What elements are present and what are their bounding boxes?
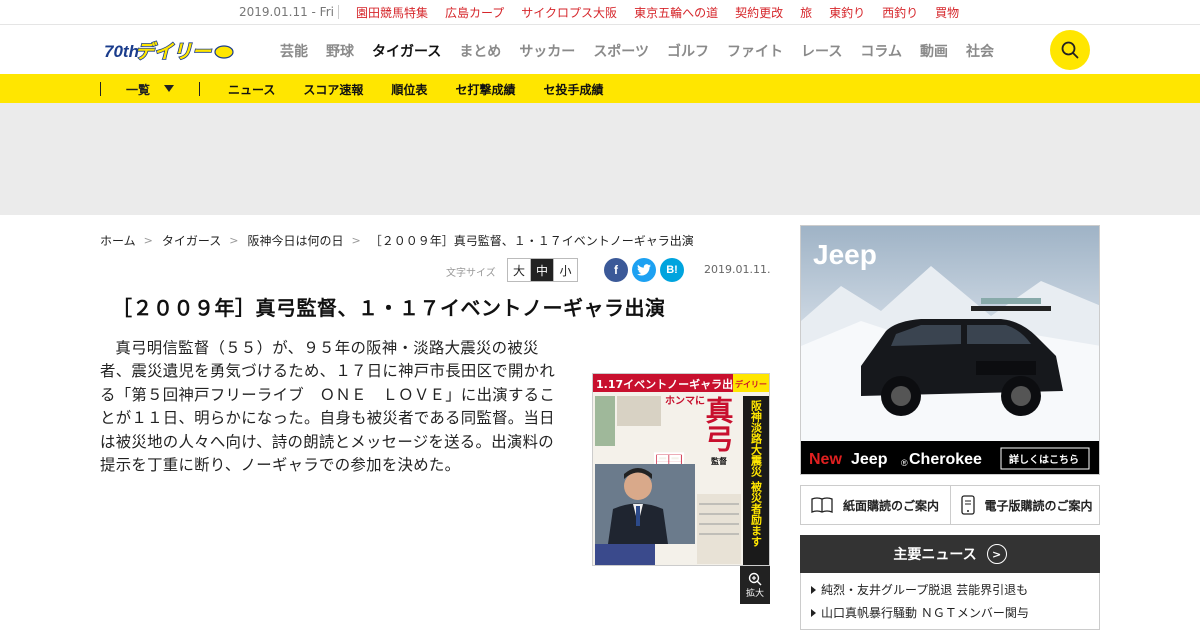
site-logo[interactable]: 70th デイリー: [104, 37, 234, 64]
search-icon: [1061, 41, 1079, 59]
featured-link[interactable]: 東釣り: [829, 4, 865, 21]
hatena-share-icon[interactable]: B!: [660, 258, 684, 282]
chevron-down-icon[interactable]: [164, 85, 174, 92]
nav-item-column[interactable]: コラム: [851, 41, 911, 61]
font-size-selector: 大 中 小: [507, 258, 578, 282]
subnav-link-score[interactable]: スコア速報: [303, 81, 363, 98]
divider: [199, 82, 200, 96]
divider: [338, 5, 339, 19]
featured-link[interactable]: 旅: [800, 4, 812, 21]
svg-text:真弓: 真弓: [702, 396, 735, 452]
book-icon: [811, 497, 833, 513]
svg-text:監督: 監督: [711, 456, 727, 466]
jeep-advertisement[interactable]: Jeep New Jeep ® Cherokee 詳しくはこちら: [800, 225, 1100, 475]
major-news-title: 主要ニュース: [893, 547, 977, 563]
nav-item-soccer[interactable]: サッカー: [510, 41, 584, 61]
featured-link[interactable]: 園田競馬特集: [356, 4, 428, 21]
subnav-link-pitching[interactable]: セ投手成績: [543, 81, 603, 98]
top-utility-bar: 2019.01.11 - Fri 園田競馬特集 広島カープ サイクロプス大阪 東…: [0, 0, 1200, 25]
tablet-icon: [960, 495, 975, 515]
nav-item-sports[interactable]: スポーツ: [584, 41, 658, 61]
svg-text:デイリー: デイリー: [135, 41, 212, 63]
major-news-list: 純烈・友井グループ脱退 芸能界引退も 山口真帆暴行騒動 ＮＧＴメンバー関与: [800, 573, 1100, 630]
nav-item-video[interactable]: 動画: [911, 41, 957, 61]
font-size-small-button[interactable]: 小: [554, 259, 577, 281]
nav-item-matome[interactable]: まとめ: [450, 41, 510, 61]
featured-link[interactable]: 西釣り: [882, 4, 918, 21]
search-button[interactable]: [1050, 30, 1090, 70]
chevron-right-icon: >: [986, 544, 1007, 564]
svg-text:デイリー: デイリー: [735, 379, 767, 389]
newspaper-front-page-image[interactable]: 1.17イベントノーギャラ出演 デイリー ホンマに 男前 や 真弓 監督 阪神淡…: [592, 373, 770, 566]
current-date: 2019.01.11 - Fri: [239, 5, 334, 19]
svg-text:詳しくはこちら: 詳しくはこちら: [1009, 453, 1079, 466]
list-item[interactable]: 純烈・友井グループ脱退 芸能界引退も: [811, 578, 1099, 601]
nav-item-race[interactable]: レース: [792, 41, 851, 61]
subnav-link-news[interactable]: ニュース: [228, 81, 275, 98]
svg-text:Cherokee: Cherokee: [909, 451, 982, 468]
nav-item-yakyu[interactable]: 野球: [317, 41, 363, 61]
sub-nav-links: ニュース スコア速報 順位表 セ打撃成績 セ投手成績: [228, 81, 603, 98]
zoom-button[interactable]: 拡大: [740, 566, 770, 604]
ad-banner-placeholder: [0, 103, 1200, 215]
chevron-right-icon: >: [143, 234, 153, 247]
zoom-label: 拡大: [745, 588, 764, 599]
digital-subscribe-link[interactable]: 電子版購読のご案内: [951, 486, 1100, 524]
divider: [100, 82, 101, 96]
breadcrumb-home[interactable]: ホーム: [100, 232, 136, 249]
nav-item-geinou[interactable]: 芸能: [280, 41, 317, 61]
svg-text:New: New: [809, 451, 842, 468]
list-item[interactable]: 山口真帆暴行騒動 ＮＧＴメンバー関与: [811, 601, 1099, 624]
list-dropdown[interactable]: 一覧: [126, 81, 150, 98]
triangle-bullet-icon: [811, 608, 816, 617]
article-body: 真弓明信監督（５５）が、９５年の阪神・淡路大震災の被災者、震災遺児を勇気づけるた…: [100, 339, 556, 475]
nav-item-society[interactable]: 社会: [957, 41, 1003, 61]
digital-subscribe-label: 電子版購読のご案内: [984, 498, 1093, 513]
svg-text:Jeep: Jeep: [851, 451, 888, 468]
featured-link[interactable]: 東京五輪への道: [634, 4, 718, 21]
major-news-header[interactable]: 主要ニュース >: [800, 535, 1100, 573]
nav-item-fight[interactable]: ファイト: [718, 41, 792, 61]
breadcrumb-current: ［２００９年］真弓監督、１・１７イベントノーギャラ出演: [369, 234, 694, 248]
featured-link[interactable]: 広島カープ: [445, 4, 504, 21]
nav-item-golf[interactable]: ゴルフ: [658, 41, 718, 61]
breadcrumb: ホーム > タイガース > 阪神今日は何の日 > ［２００９年］真弓監督、１・１…: [100, 232, 694, 249]
article-title: ［２００９年］真弓監督、１・１７イベントノーギャラ出演: [112, 296, 666, 320]
featured-links: 園田競馬特集 広島カープ サイクロプス大阪 東京五輪への道 契約更改 旅 東釣り…: [356, 4, 959, 21]
featured-link[interactable]: 買物: [935, 4, 959, 21]
svg-text:1.17イベントノーギャラ出演: 1.17イベントノーギャラ出演: [596, 377, 744, 391]
facebook-share-icon[interactable]: f: [604, 258, 628, 282]
svg-text:Jeep: Jeep: [813, 239, 877, 270]
subscribe-box: 紙面購読のご案内 電子版購読のご案内: [800, 485, 1100, 525]
paper-subscribe-link[interactable]: 紙面購読のご案内: [801, 486, 951, 524]
chevron-right-icon: >: [229, 234, 239, 247]
paper-subscribe-label: 紙面購読のご案内: [843, 498, 940, 513]
font-size-large-button[interactable]: 大: [508, 259, 531, 281]
main-nav: 芸能 野球 タイガース まとめ サッカー スポーツ ゴルフ ファイト レース コ…: [280, 41, 1003, 77]
site-header: 70th デイリー 芸能 野球 タイガース まとめ サッカー スポーツ ゴルフ …: [0, 25, 1200, 77]
chevron-right-icon: >: [351, 234, 361, 247]
triangle-bullet-icon: [811, 585, 816, 594]
breadcrumb-category[interactable]: 阪神今日は何の日: [247, 232, 343, 249]
news-item-title: 純烈・友井グループ脱退 芸能界引退も: [821, 583, 1029, 597]
subnav-link-batting[interactable]: セ打撃成績: [455, 81, 515, 98]
post-date: 2019.01.11.: [704, 263, 771, 276]
svg-text:ホンマに: ホンマに: [665, 395, 705, 407]
font-size-label: 文字サイズ: [446, 268, 496, 279]
breadcrumb-tigers[interactable]: タイガース: [162, 232, 221, 249]
sub-nav: 一覧 ニュース スコア速報 順位表 セ打撃成績 セ投手成績: [0, 74, 1200, 103]
news-item-title: 山口真帆暴行騒動 ＮＧＴメンバー関与: [821, 606, 1029, 620]
featured-link[interactable]: 契約更改: [735, 4, 783, 21]
zoom-in-icon: [748, 572, 762, 585]
svg-text:70th: 70th: [104, 42, 139, 61]
nav-item-tigers[interactable]: タイガース: [353, 41, 460, 77]
font-size-medium-button[interactable]: 中: [531, 259, 554, 281]
featured-link[interactable]: サイクロプス大阪: [521, 4, 617, 21]
svg-text:阪神淡路大震災 被災者励ます: 阪神淡路大震災 被災者励ます: [750, 399, 764, 547]
svg-text:®: ®: [901, 458, 908, 468]
twitter-share-icon[interactable]: [632, 258, 656, 282]
subnav-link-standings[interactable]: 順位表: [391, 81, 427, 98]
